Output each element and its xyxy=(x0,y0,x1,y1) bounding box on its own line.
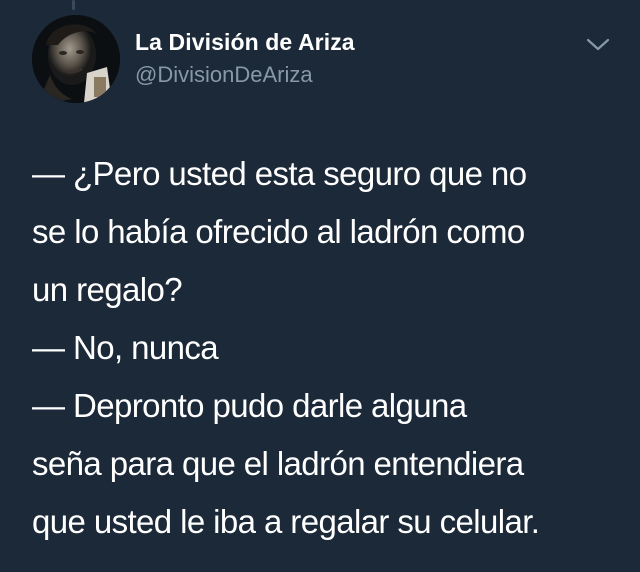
chevron-down-icon[interactable] xyxy=(583,33,613,57)
tweet-text: — ¿Pero usted esta seguro que no se lo h… xyxy=(32,145,632,551)
tweet-card: La División de Ariza @DivisionDeAriza — … xyxy=(0,0,640,572)
tweet-text-line: se lo había ofrecido al ladrón como xyxy=(32,213,525,250)
tweet-text-line: seña para que el ladrón entendiera xyxy=(32,445,524,482)
tweet-text-line: que usted le iba a regalar su celular. xyxy=(32,503,540,540)
tweet-text-line: — ¿Pero usted esta seguro que no xyxy=(32,155,527,192)
tweet-text-line: — Depronto pudo darle alguna xyxy=(32,387,467,424)
avatar[interactable] xyxy=(32,15,120,103)
tweet-text-line: un regalo? xyxy=(32,271,183,308)
avatar-image xyxy=(32,15,120,103)
tweet-text-line: — No, nunca xyxy=(32,329,219,366)
author-display-name[interactable]: La División de Ariza xyxy=(135,29,355,56)
author-handle[interactable]: @DivisionDeAriza xyxy=(135,62,313,88)
